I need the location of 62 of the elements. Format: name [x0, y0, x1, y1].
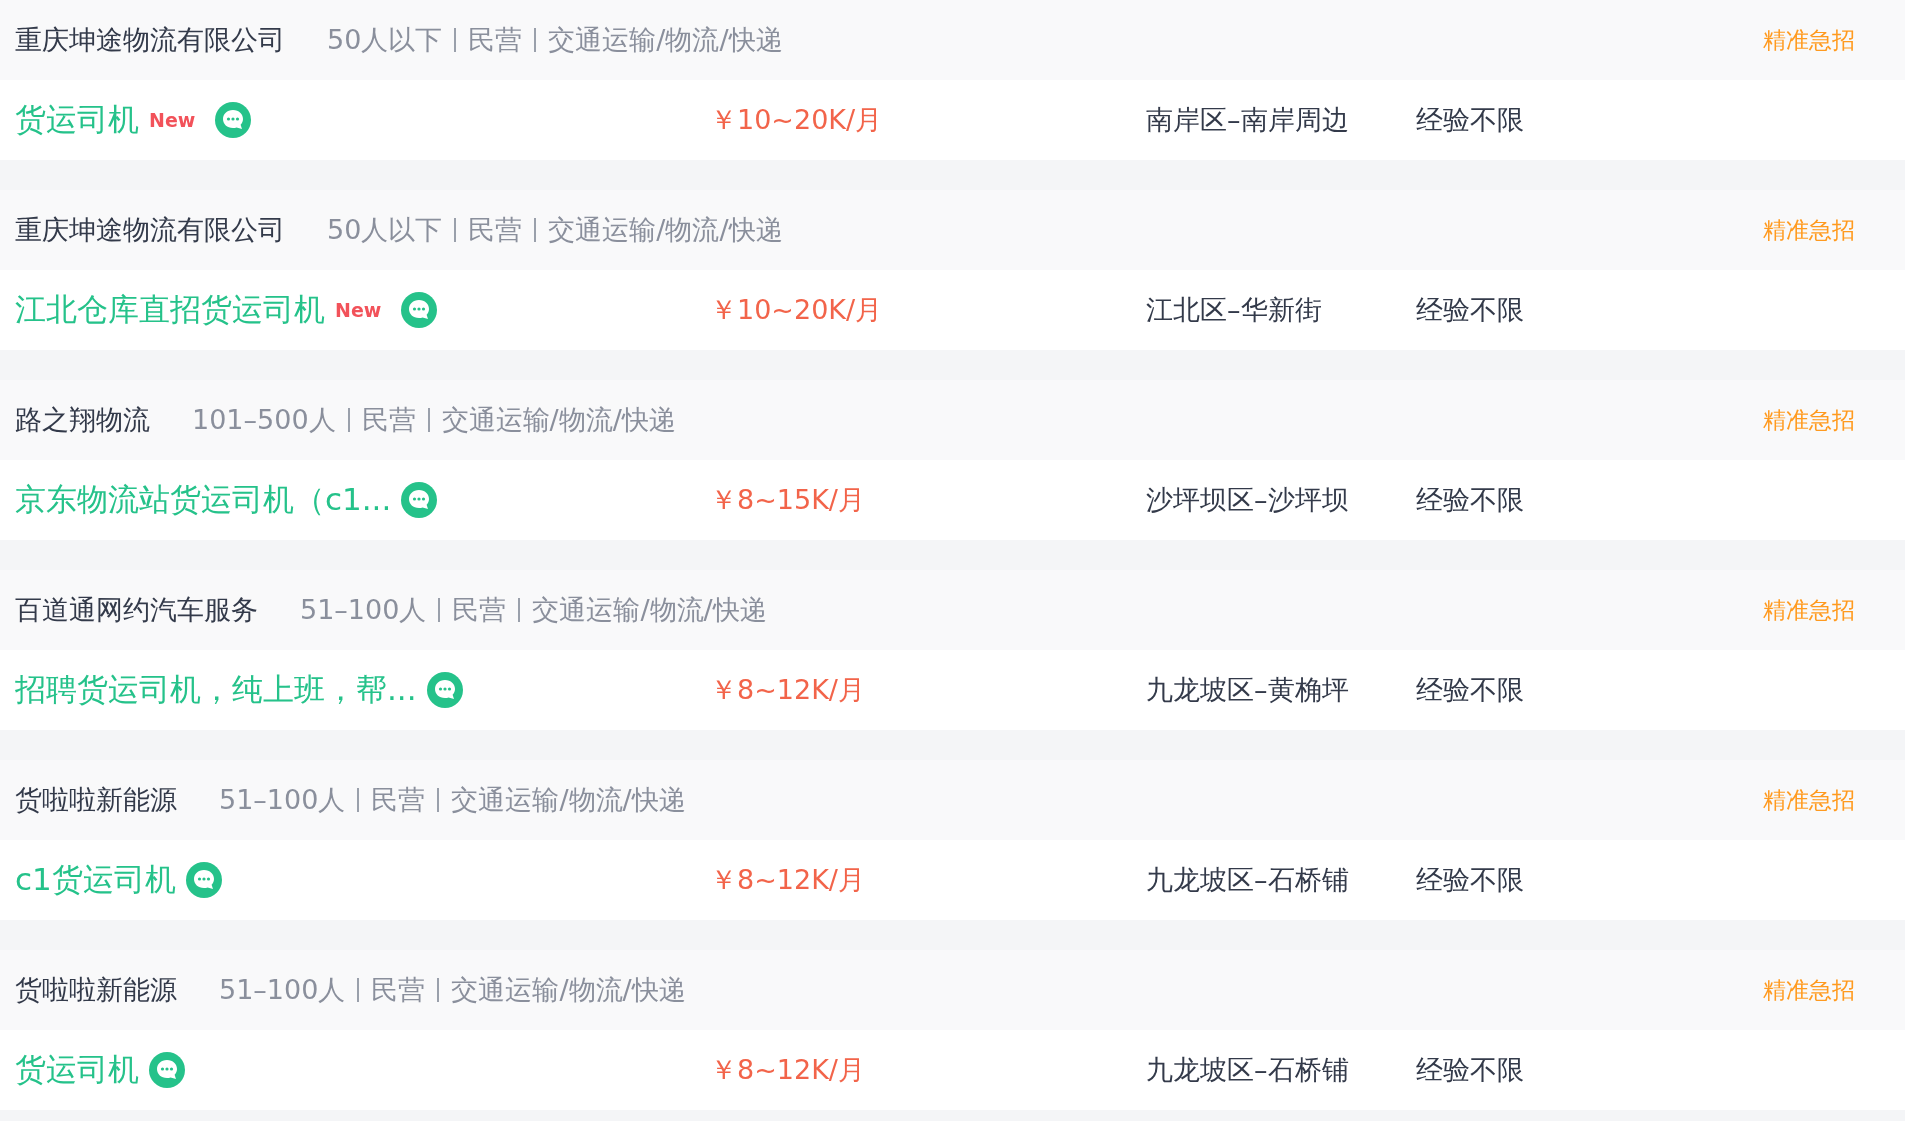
new-label: New: [335, 299, 382, 321]
experience: 经验不限: [1416, 483, 1524, 517]
job-title-link[interactable]: c1货运司机: [15, 859, 176, 901]
location: 九龙坡区–黄桷坪: [1146, 673, 1350, 707]
company-name: 路之翔物流: [15, 403, 150, 437]
job-title-link[interactable]: 货运司机: [15, 1049, 139, 1091]
salary: ￥8~12K/月: [710, 863, 866, 897]
location: 南岸区–南岸周边: [1146, 103, 1350, 137]
company-name: 重庆坤途物流有限公司: [15, 23, 285, 57]
company-info: 50人以下: [327, 23, 443, 57]
company-info: 民营: [468, 23, 523, 57]
chat-icon[interactable]: [401, 482, 438, 518]
urgent-tag: 精准急招: [1763, 24, 1855, 56]
job-title-link[interactable]: 京东物流站货运司机（c1...: [15, 479, 392, 521]
company-info: 民营: [371, 973, 426, 1007]
company-info: 交通运输/物流/快递: [548, 213, 783, 247]
company-info: 民营: [361, 403, 416, 437]
job-title-link[interactable]: 招聘货运司机，纯上班，帮...: [15, 669, 417, 711]
urgent-tag: 精准急招: [1763, 594, 1855, 626]
company-info: 51–100人: [219, 783, 346, 817]
chat-icon[interactable]: [215, 102, 252, 138]
company-info: 民营: [468, 213, 523, 247]
job-title-link[interactable]: 江北仓库直招货运司机: [15, 289, 325, 331]
company-info: 民营: [371, 783, 426, 817]
company-name: 货啦啦新能源: [15, 783, 177, 817]
company-info: 交通运输/物流/快递: [451, 783, 686, 817]
urgent-tag: 精准急招: [1763, 784, 1855, 816]
experience: 经验不限: [1416, 863, 1524, 897]
chat-icon[interactable]: [426, 672, 463, 708]
company-name: 百道通网约汽车服务: [15, 593, 258, 627]
company-info: 50人以下: [327, 213, 443, 247]
urgent-tag: 精准急招: [1763, 404, 1855, 436]
experience: 经验不限: [1416, 673, 1524, 707]
company-info: 101–500人: [192, 403, 336, 437]
urgent-tag: 精准急招: [1763, 974, 1855, 1006]
company-info: 交通运输/物流/快递: [451, 973, 686, 1007]
experience: 经验不限: [1416, 103, 1524, 137]
company-name: 重庆坤途物流有限公司: [15, 213, 285, 247]
experience: 经验不限: [1416, 293, 1524, 327]
job-title-link[interactable]: 货运司机: [15, 99, 139, 141]
location: 沙坪坝区–沙坪坝: [1146, 483, 1350, 517]
company-info: 交通运输/物流/快递: [532, 593, 767, 627]
urgent-tag: 精准急招: [1763, 214, 1855, 246]
salary: ￥8~15K/月: [710, 483, 866, 517]
company-info: 51–100人: [219, 973, 346, 1007]
new-label: New: [149, 109, 196, 131]
salary: ￥8~12K/月: [710, 1053, 866, 1087]
experience: 经验不限: [1416, 1053, 1524, 1087]
salary: ￥10~20K/月: [710, 103, 884, 137]
salary: ￥8~12K/月: [710, 673, 866, 707]
company-info: 交通运输/物流/快递: [441, 403, 676, 437]
location: 江北区–华新街: [1146, 293, 1323, 327]
location: 九龙坡区–石桥铺: [1146, 1053, 1350, 1087]
chat-icon[interactable]: [401, 292, 438, 328]
salary: ￥10~20K/月: [710, 293, 884, 327]
company-name: 货啦啦新能源: [15, 973, 177, 1007]
chat-icon[interactable]: [185, 862, 222, 898]
location: 九龙坡区–石桥铺: [1146, 863, 1350, 897]
company-info: 51–100人: [300, 593, 427, 627]
company-info: 民营: [452, 593, 507, 627]
company-info: 交通运输/物流/快递: [548, 23, 783, 57]
chat-icon[interactable]: [149, 1052, 185, 1088]
